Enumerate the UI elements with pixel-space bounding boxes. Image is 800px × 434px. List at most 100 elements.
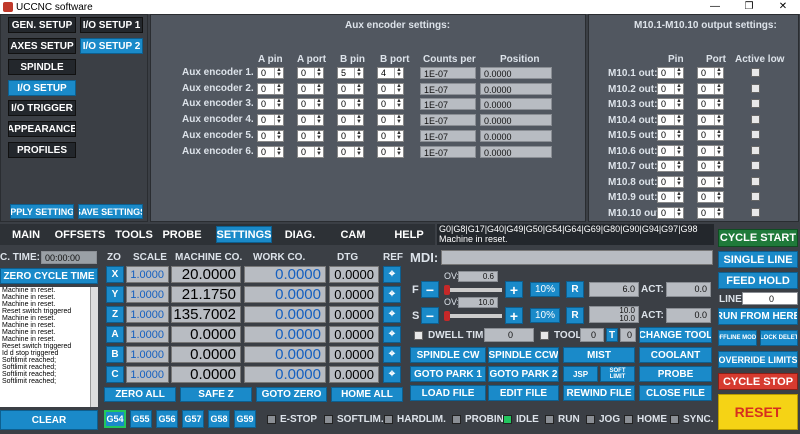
gen-setup-button[interactable]: GEN. SETUP: [8, 17, 76, 33]
spinner-arrows-icon[interactable]: ▲ ▼: [674, 83, 683, 94]
m10-pin-spinner[interactable]: 0 ▲ ▼: [657, 98, 684, 110]
home-axis-icon[interactable]: ⌖: [383, 286, 401, 303]
aux-b-port-spinner[interactable]: 0 ▲ ▼: [377, 145, 404, 158]
spinner-arrows-icon[interactable]: ▲ ▼: [394, 98, 403, 110]
spinner-arrows-icon[interactable]: ▲ ▼: [314, 146, 323, 157]
tab-offsets[interactable]: OFFSETS: [52, 226, 108, 243]
tab-settings[interactable]: SETTINGS: [216, 226, 272, 243]
counts-per-field[interactable]: 1E-07: [420, 145, 476, 158]
spindle-setup-button[interactable]: SPINDLE: [8, 59, 76, 75]
zero-axis-button[interactable]: Y: [106, 286, 124, 303]
spinner-arrows-icon[interactable]: ▲ ▼: [714, 129, 723, 140]
block-delete-button[interactable]: BLOCK DELETE: [760, 330, 798, 346]
offset-g54-button[interactable]: G54: [104, 410, 126, 428]
aux-a-port-spinner[interactable]: 0 ▲ ▼: [297, 98, 324, 111]
counts-per-field[interactable]: 1E-07: [420, 67, 476, 79]
spinner-arrows-icon[interactable]: ▲ ▼: [394, 130, 403, 141]
profiles-button[interactable]: PROFILES: [8, 142, 76, 158]
active-low-checkbox[interactable]: [751, 161, 760, 170]
io-setup-button[interactable]: I/O SETUP: [8, 80, 76, 96]
goto-park-1-button[interactable]: GOTO PARK 1: [410, 366, 486, 382]
aux-a-pin-spinner[interactable]: 0 ▲ ▼: [257, 145, 284, 158]
zero-cycle-time-button[interactable]: ZERO CYCLE TIME: [0, 268, 98, 284]
zero-axis-button[interactable]: B: [106, 346, 124, 363]
spinner-arrows-icon[interactable]: ▲ ▼: [314, 67, 323, 78]
zero-all-button[interactable]: ZERO ALL: [104, 387, 176, 402]
close-button[interactable]: ✕: [768, 0, 798, 14]
line-value[interactable]: 0: [742, 292, 798, 305]
m10-port-spinner[interactable]: 0 ▲ ▼: [697, 191, 724, 203]
counts-per-field[interactable]: 1E-07: [420, 129, 476, 142]
feed-reset-button[interactable]: R: [566, 281, 584, 298]
m10-pin-spinner[interactable]: 0 ▲ ▼: [657, 67, 684, 79]
soft-limit-button[interactable]: SOFT LIMIT: [600, 366, 635, 382]
spinner-arrows-icon[interactable]: ▲ ▼: [674, 145, 683, 156]
override-limits-button[interactable]: OVERRIDE LIMITS: [718, 351, 798, 368]
spinner-arrows-icon[interactable]: ▲ ▼: [674, 176, 683, 187]
aux-a-port-spinner[interactable]: 0 ▲ ▼: [297, 129, 324, 142]
m10-pin-spinner[interactable]: 0 ▲ ▼: [657, 206, 684, 219]
m10-port-spinner[interactable]: 0 ▲ ▼: [697, 144, 724, 157]
aux-b-port-spinner[interactable]: 4 ▲ ▼: [377, 67, 404, 79]
spinner-arrows-icon[interactable]: ▲ ▼: [674, 129, 683, 140]
spinner-arrows-icon[interactable]: ▲ ▼: [274, 98, 283, 110]
reset-button[interactable]: RESET: [718, 394, 798, 430]
zero-axis-button[interactable]: X: [106, 266, 124, 283]
aux-b-pin-spinner[interactable]: 0 ▲ ▼: [337, 98, 364, 111]
scale-field[interactable]: 1.0000: [126, 366, 169, 383]
work-coordinate[interactable]: 0.0000: [244, 326, 326, 343]
spindle-reset-button[interactable]: R: [566, 307, 584, 324]
home-axis-icon[interactable]: ⌖: [383, 326, 401, 343]
m10-port-spinner[interactable]: 0 ▲ ▼: [697, 175, 724, 188]
m10-port-spinner[interactable]: 0 ▲ ▼: [697, 160, 724, 172]
spindle-slider-handle[interactable]: [444, 311, 450, 321]
goto-park-2-button[interactable]: GOTO PARK 2: [488, 366, 559, 382]
apply-settings-button[interactable]: APPLY SETTINGS: [10, 204, 74, 219]
spinner-arrows-icon[interactable]: ▲ ▼: [714, 207, 723, 218]
home-axis-icon[interactable]: ⌖: [383, 266, 401, 283]
feed-slider-handle[interactable]: [444, 285, 450, 295]
spinner-arrows-icon[interactable]: ▲ ▼: [314, 114, 323, 126]
spinner-arrows-icon[interactable]: ▲ ▼: [714, 67, 723, 78]
offset-g56-button[interactable]: G56: [156, 410, 178, 428]
spindle-cw-button[interactable]: SPINDLE CW: [410, 347, 486, 363]
active-low-checkbox[interactable]: [751, 207, 760, 217]
spinner-arrows-icon[interactable]: ▲ ▼: [714, 114, 723, 125]
spinner-arrows-icon[interactable]: ▲ ▼: [354, 98, 363, 110]
spinner-arrows-icon[interactable]: ▲ ▼: [394, 146, 403, 157]
aux-b-pin-spinner[interactable]: 0 ▲ ▼: [337, 114, 364, 127]
spinner-arrows-icon[interactable]: ▲ ▼: [714, 98, 723, 109]
m10-port-spinner[interactable]: 0 ▲ ▼: [697, 98, 724, 110]
aux-a-pin-spinner[interactable]: 0 ▲ ▼: [257, 129, 284, 142]
tab-help[interactable]: HELP: [382, 226, 436, 243]
spinner-arrows-icon[interactable]: ▲ ▼: [714, 83, 723, 94]
tab-diag[interactable]: DIAG.: [278, 226, 322, 243]
spinner-arrows-icon[interactable]: ▲ ▼: [274, 146, 283, 157]
feed-10pct-button[interactable]: 10%: [530, 282, 560, 297]
active-low-checkbox[interactable]: [751, 99, 760, 108]
aux-b-pin-spinner[interactable]: 5 ▲ ▼: [337, 67, 364, 79]
scale-field[interactable]: 1.0000: [126, 266, 169, 283]
feed-override-slider[interactable]: [444, 288, 502, 292]
m10-pin-spinner[interactable]: 0 ▲ ▼: [657, 129, 684, 141]
aux-a-port-spinner[interactable]: 0 ▲ ▼: [297, 145, 324, 158]
edit-file-button[interactable]: EDIT FILE: [488, 385, 559, 401]
maximize-button[interactable]: ❐: [734, 0, 764, 14]
feed-minus-button[interactable]: −: [421, 281, 439, 298]
m10-pin-spinner[interactable]: 0 ▲ ▼: [657, 160, 684, 172]
aux-b-port-spinner[interactable]: 0 ▲ ▼: [377, 129, 404, 142]
counts-per-field[interactable]: 1E-07: [420, 98, 476, 111]
offline-mode-button[interactable]: OFFLINE MODE: [718, 330, 757, 346]
spinner-arrows-icon[interactable]: ▲ ▼: [674, 160, 683, 171]
active-low-checkbox[interactable]: [751, 145, 760, 155]
aux-a-port-spinner[interactable]: 0 ▲ ▼: [297, 67, 324, 79]
spinner-arrows-icon[interactable]: ▲ ▼: [674, 191, 683, 202]
tab-tools[interactable]: TOOLS: [112, 226, 156, 243]
mist-button[interactable]: MIST: [563, 347, 635, 363]
feed-plus-button[interactable]: +: [505, 281, 523, 298]
aux-a-pin-spinner[interactable]: 0 ▲ ▼: [257, 67, 284, 79]
tab-main[interactable]: MAIN: [6, 226, 46, 243]
work-coordinate[interactable]: 0.0000: [244, 366, 326, 383]
tab-cam[interactable]: CAM: [330, 226, 376, 243]
scale-field[interactable]: 1.0000: [126, 306, 169, 323]
